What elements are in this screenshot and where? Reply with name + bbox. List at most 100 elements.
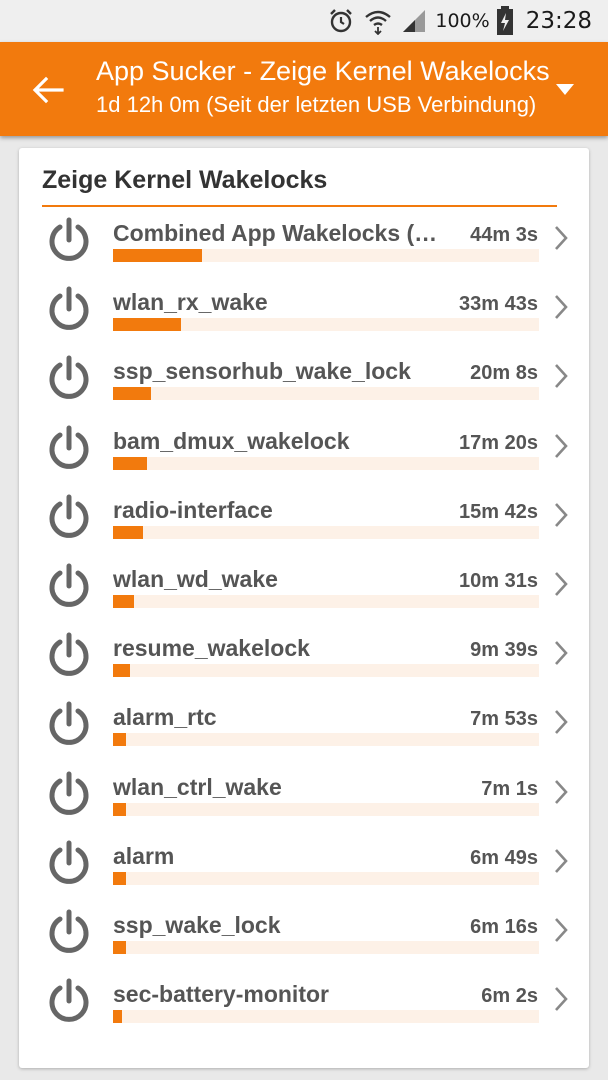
progress-fill (113, 664, 131, 678)
progress-fill (113, 1010, 122, 1024)
progress-track (113, 871, 539, 885)
chevron-right-icon (555, 710, 568, 735)
wakelock-time: 10m 31s (459, 569, 538, 592)
wakelock-time: 9m 39s (470, 639, 538, 662)
dropdown-button[interactable] (554, 82, 576, 98)
progress-fill (113, 802, 126, 816)
list-item[interactable]: ssp_sensorhub_wake_lock 20m 8s (19, 346, 589, 415)
progress-fill (113, 733, 126, 747)
power-icon (49, 771, 89, 815)
list-item[interactable]: resume_wakelock 9m 39s (19, 623, 589, 692)
wakelock-time: 15m 42s (459, 500, 538, 523)
progress-track (113, 249, 539, 262)
list-item[interactable]: alarm_rtc 7m 53s (19, 692, 589, 761)
arrow-left-icon (32, 76, 64, 104)
wifi-icon (363, 7, 393, 35)
progress-track (113, 1010, 539, 1024)
wakelock-name: alarm_rtc (113, 704, 217, 731)
list-item[interactable]: wlan_rx_wake 33m 43s (19, 277, 589, 346)
progress-fill (113, 387, 152, 401)
power-icon (49, 217, 89, 261)
wakelock-time: 44m 3s (470, 224, 538, 246)
card-title: Zeige Kernel Wakelocks (42, 166, 328, 194)
list-item[interactable]: bam_dmux_wakelock 17m 20s (19, 416, 589, 485)
signal-icon (401, 8, 427, 34)
list-item[interactable]: wlan_ctrl_wake 7m 1s (19, 762, 589, 831)
wakelock-list: Combined App Wakelocks (Summe) 44m 3s wlan… (19, 208, 589, 1038)
wakelock-time: 17m 20s (459, 431, 538, 454)
wakelock-name: ssp_sensorhub_wake_lock (113, 358, 411, 385)
power-icon (49, 701, 89, 746)
list-item[interactable]: Combined App Wakelocks (Summe) 44m 3s (19, 208, 589, 277)
list-item[interactable]: radio-interface 15m 42s (19, 485, 589, 554)
progress-track (113, 387, 539, 401)
progress-fill (113, 871, 126, 885)
chevron-right-icon (555, 987, 568, 1011)
progress-track (113, 940, 539, 954)
back-button[interactable] (28, 70, 68, 110)
progress-track (113, 802, 539, 816)
chevron-right-icon (555, 364, 568, 389)
list-item[interactable]: ssp_wake_lock 6m 16s (19, 900, 589, 969)
power-icon (49, 909, 89, 953)
app-bar: App Sucker - Zeige Kernel Wakelocks 1d 1… (0, 42, 608, 136)
triangle-down-icon (556, 84, 574, 95)
chevron-right-icon (555, 502, 568, 527)
chevron-right-icon (555, 295, 568, 320)
wakelock-card: Zeige Kernel Wakelocks Combined App Wake… (19, 148, 589, 1068)
progress-fill (113, 940, 126, 954)
battery-charging-icon (496, 6, 514, 36)
chevron-right-icon (555, 572, 568, 596)
list-item[interactable]: alarm 6m 49s (19, 831, 589, 900)
wakelock-time: 33m 43s (459, 293, 538, 316)
power-icon (49, 632, 89, 677)
progress-fill (113, 318, 182, 332)
wakelock-name: wlan_wd_wake (113, 565, 278, 592)
battery-percent: 100% (435, 10, 490, 32)
wakelock-name: ssp_wake_lock (113, 911, 281, 938)
chevron-right-icon (555, 779, 568, 804)
list-item[interactable]: sec-battery-monitor 6m 2s (19, 969, 589, 1038)
wakelock-name: wlan_ctrl_wake (113, 773, 282, 800)
progress-track (113, 594, 539, 608)
wakelock-time: 6m 16s (470, 915, 538, 938)
wakelock-name: sec-battery-monitor (113, 981, 329, 1008)
progress-fill (113, 249, 203, 262)
power-icon (49, 563, 89, 607)
chevron-right-icon (555, 918, 568, 942)
progress-track (113, 664, 539, 678)
progress-track (113, 525, 539, 539)
wakelock-name: alarm (113, 842, 175, 869)
chevron-right-icon (555, 226, 568, 250)
wakelock-time: 20m 8s (470, 362, 538, 385)
clock: 23:28 (525, 8, 592, 34)
wakelock-name: wlan_rx_wake (113, 289, 268, 316)
progress-fill (113, 525, 143, 539)
chevron-right-icon (555, 641, 568, 665)
progress-track (113, 318, 539, 332)
list-item[interactable]: wlan_wd_wake 10m 31s (19, 554, 589, 623)
chevron-right-icon (555, 848, 568, 873)
alarm-icon (327, 7, 355, 35)
page-title: App Sucker - Zeige Kernel Wakelocks (96, 56, 550, 86)
wakelock-time: 6m 49s (470, 846, 538, 869)
wakelock-time: 7m 53s (470, 708, 538, 731)
progress-track (113, 733, 539, 747)
chevron-right-icon (555, 433, 568, 458)
divider (42, 205, 557, 207)
wakelock-time: 6m 2s (481, 985, 538, 1008)
page-subtitle: 1d 12h 0m (Seit der letzten USB Verbindu… (96, 92, 537, 117)
power-icon (49, 840, 89, 884)
progress-fill (113, 594, 135, 608)
power-icon (49, 425, 89, 469)
wakelock-name: Combined App Wakelocks (Summe) (113, 220, 443, 246)
status-bar: 100% 23:28 (0, 0, 608, 42)
progress-fill (113, 456, 148, 470)
wakelock-name: resume_wakelock (113, 635, 310, 662)
wakelock-name: bam_dmux_wakelock (113, 427, 350, 454)
power-icon (49, 978, 89, 1022)
wakelock-name: radio-interface (113, 496, 273, 523)
wakelock-time: 7m 1s (481, 777, 538, 800)
power-icon (49, 355, 89, 400)
power-icon (49, 494, 89, 538)
